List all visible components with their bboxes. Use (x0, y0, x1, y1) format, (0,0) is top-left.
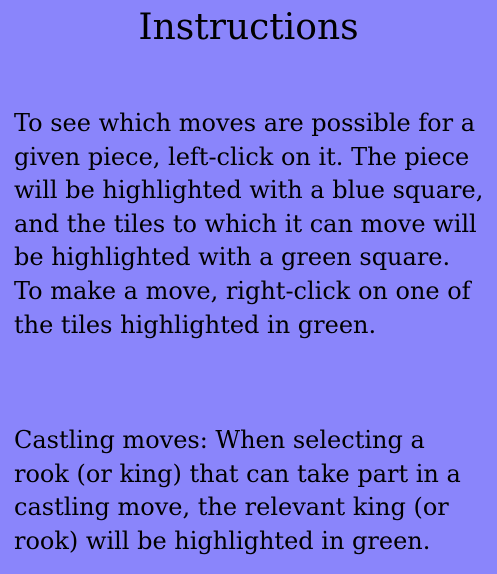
selection-instructions-paragraph: To see which moves are possible for a gi… (14, 109, 484, 339)
instructions-title: Instructions (138, 7, 359, 48)
instructions-panel: Instructions To see which moves are poss… (0, 0, 497, 574)
castling-instructions-paragraph: Castling moves: When selecting a rook (o… (14, 426, 461, 555)
